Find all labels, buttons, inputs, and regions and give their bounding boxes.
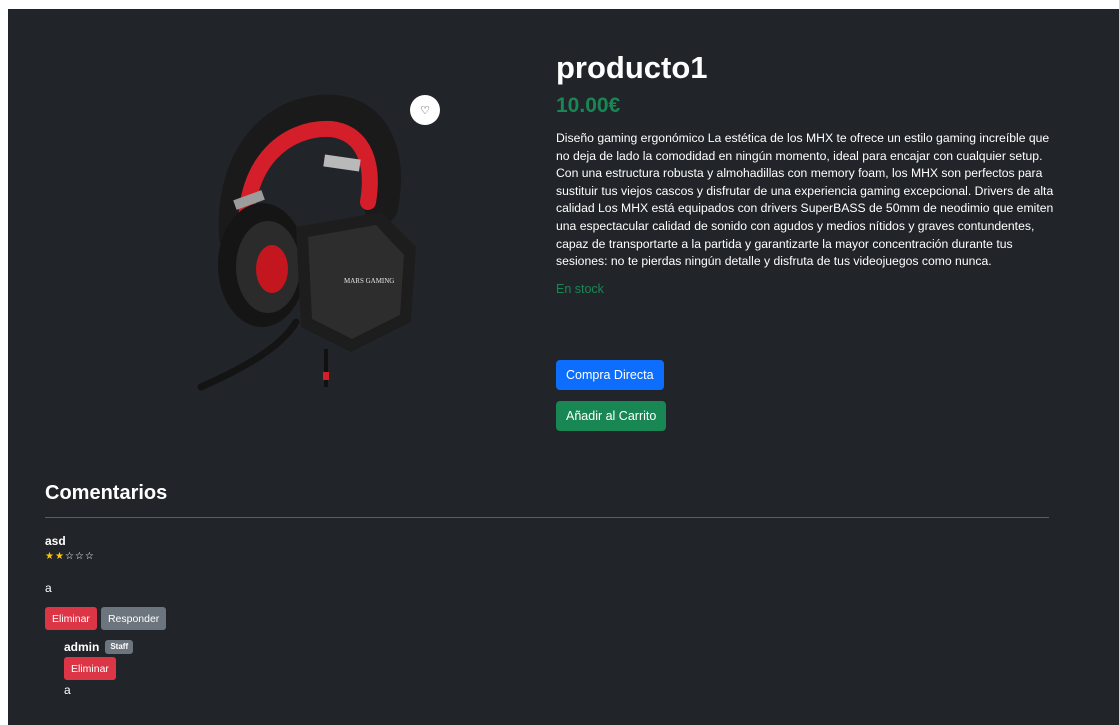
add-to-cart-button[interactable]: Añadir al Carrito bbox=[556, 401, 667, 431]
product-price: 10.00€ bbox=[556, 94, 621, 117]
comments-title: Comentarios bbox=[45, 482, 168, 504]
comments-section: Comentarios asd ★★☆☆☆ a Eliminar Respond… bbox=[45, 479, 1049, 697]
reply-button[interactable]: Responder bbox=[100, 607, 167, 630]
comment-author: asd bbox=[45, 534, 66, 548]
product-info: producto1 10.00€ Diseño gaming ergonómic… bbox=[556, 49, 1056, 296]
star-filled-icon: ★ bbox=[54, 551, 65, 562]
comment-text: a bbox=[45, 581, 52, 595]
star-filled-icon: ★ bbox=[45, 551, 55, 562]
delete-reply-button[interactable]: Eliminar bbox=[64, 657, 116, 680]
star-empty-icon: ☆ bbox=[64, 551, 75, 562]
comment-actions: Eliminar Responder bbox=[45, 607, 1049, 630]
comments-divider bbox=[45, 517, 1049, 518]
product-title: producto1 bbox=[556, 50, 708, 85]
stock-status: En stock bbox=[556, 281, 604, 296]
reply-item: admin Staff Eliminar a bbox=[64, 640, 1049, 697]
staff-badge: Staff bbox=[105, 640, 134, 654]
brand-text: MARS GAMING bbox=[344, 277, 394, 285]
favorite-button[interactable]: ♡ bbox=[410, 95, 440, 125]
product-page: MARS GAMING ♡ producto1 10.00€ Diseño ga… bbox=[8, 9, 1119, 725]
reply-text: a bbox=[64, 683, 71, 697]
headset-image: MARS GAMING bbox=[197, 94, 416, 391]
star-empty-icon: ☆ bbox=[74, 551, 85, 562]
delete-comment-button[interactable]: Eliminar bbox=[45, 607, 97, 630]
rating-stars: ★★☆☆☆ bbox=[45, 550, 1049, 564]
reply-author: admin bbox=[64, 640, 100, 654]
buy-now-button[interactable]: Compra Directa bbox=[556, 360, 664, 390]
reply-header: admin Staff bbox=[64, 640, 1049, 654]
product-description: Diseño gaming ergonómico La estética de … bbox=[556, 131, 1054, 269]
star-empty-icon: ☆ bbox=[84, 551, 95, 562]
product-image: MARS GAMING bbox=[176, 87, 456, 407]
comment-item: asd ★★☆☆☆ a Eliminar Responder admin Sta… bbox=[45, 534, 1049, 697]
heart-icon: ♡ bbox=[420, 104, 430, 117]
